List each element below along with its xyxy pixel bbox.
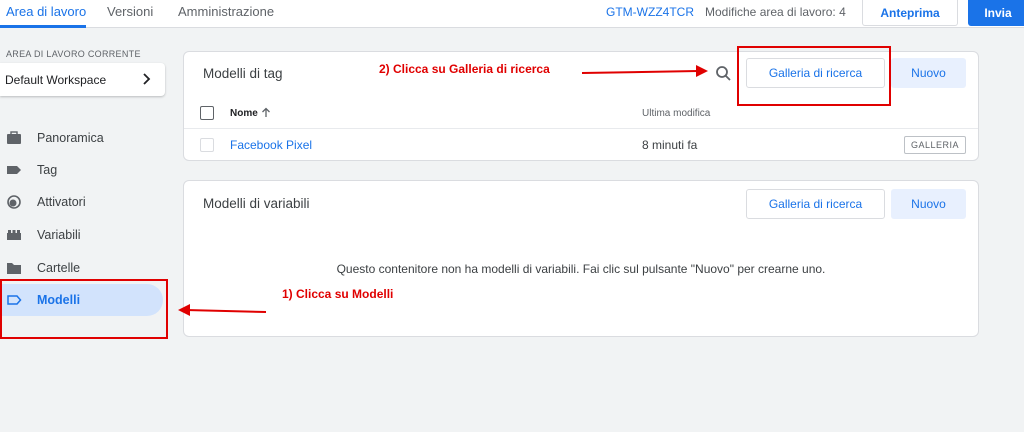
column-modified: Ultima modifica: [642, 108, 711, 119]
sidebar-item-label: Variabili: [37, 228, 81, 242]
variable-templates-title: Modelli di variabili: [203, 196, 310, 211]
annotation-step2: 2) Clicca su Galleria di ricerca: [379, 62, 550, 76]
template-modified: 8 minuti fa: [642, 138, 698, 152]
top-bar: Area di lavoro Versioni Amministrazione …: [0, 0, 1024, 28]
sidebar-item-triggers[interactable]: Attivatori: [0, 186, 163, 218]
workspace-name: Default Workspace: [5, 72, 107, 87]
active-tab-indicator: [0, 25, 86, 28]
select-all-checkbox[interactable]: [200, 106, 214, 120]
sidebar-item-label: Attivatori: [37, 195, 86, 209]
workspace-label: AREA DI LAVORO CORRENTE: [6, 49, 141, 59]
row-divider: [184, 128, 978, 129]
empty-state-message: Questo contenitore non ha modelli di var…: [336, 262, 826, 276]
variable-new-button[interactable]: Nuovo: [891, 189, 966, 219]
workspace-changes: Modifiche area di lavoro: 4: [705, 5, 846, 19]
sidebar-item-label: Panoramica: [37, 131, 104, 145]
trigger-icon: [7, 195, 21, 209]
variable-gallery-search-button[interactable]: Galleria di ricerca: [746, 189, 885, 219]
row-checkbox[interactable]: [200, 138, 214, 152]
briefcase-icon: [7, 131, 21, 144]
tag-icon: [7, 166, 21, 174]
tab-workspace[interactable]: Area di lavoro: [6, 4, 86, 19]
annotation-arrow-right-icon: [581, 65, 708, 77]
template-name-link[interactable]: Facebook Pixel: [230, 138, 312, 152]
annotation-arrow-left-icon: [178, 304, 267, 316]
gallery-badge: GALLERIA: [904, 136, 967, 154]
column-name[interactable]: Nome: [230, 108, 258, 119]
folder-icon: [7, 263, 21, 274]
tag-new-button[interactable]: Nuovo: [891, 58, 966, 88]
sidebar-item-label: Tag: [37, 163, 58, 177]
sidebar-item-overview[interactable]: Panoramica: [0, 122, 163, 154]
sidebar-item-label: Cartelle: [37, 261, 81, 275]
annotation-step1: 1) Clicca su Modelli: [282, 287, 394, 301]
annotation-box-gallery: [737, 46, 891, 106]
arrow-up-icon: [262, 107, 270, 117]
tag-templates-title: Modelli di tag: [203, 66, 283, 81]
tab-versions[interactable]: Versioni: [107, 4, 153, 19]
workspace-selector[interactable]: Default Workspace: [0, 63, 165, 96]
sidebar-item-tags[interactable]: Tag: [0, 154, 163, 186]
tab-admin[interactable]: Amministrazione: [178, 4, 274, 19]
variable-templates-card: Modelli di variabili Galleria di ricerca…: [183, 180, 979, 337]
sidebar-item-variables[interactable]: Variabili: [0, 219, 163, 251]
annotation-box-templates: [0, 279, 168, 339]
submit-button[interactable]: Invia: [968, 0, 1024, 26]
container-id[interactable]: GTM-WZZ4TCR: [606, 5, 694, 19]
chevron-right-icon: [143, 73, 151, 85]
search-icon[interactable]: [715, 65, 732, 82]
variables-icon: [7, 230, 21, 240]
preview-button[interactable]: Anteprima: [862, 0, 958, 26]
